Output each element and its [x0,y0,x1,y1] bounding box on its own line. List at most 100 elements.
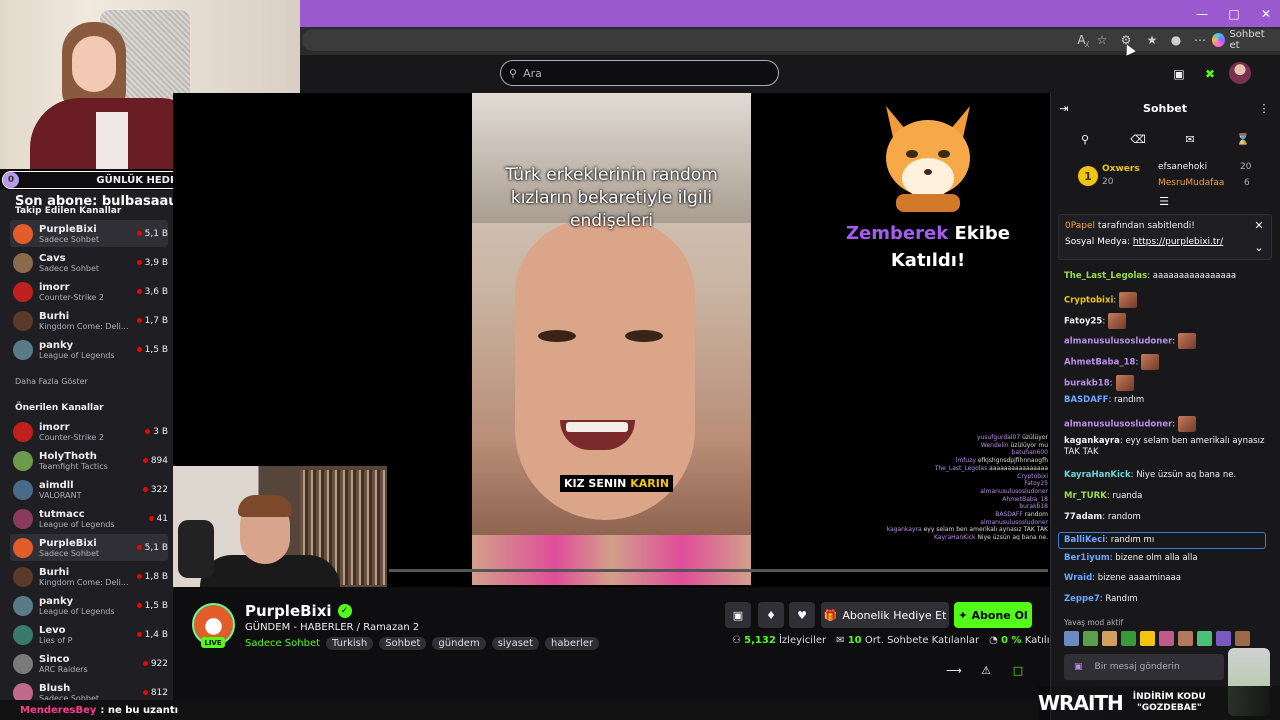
chat-message[interactable]: BalliKeci: randım mı [1058,532,1266,549]
chat-username[interactable]: Cryptobixi [1064,296,1113,306]
sidebar-channel[interactable]: Burhi Kingdom Come: Deli... 1,7 B [10,307,168,334]
chat-message[interactable]: AhmetBaba_18: [1064,354,1274,370]
emote-icon[interactable] [1159,631,1174,646]
sidebar-channel[interactable]: HolyThoth Teamfight Tactics 894 [10,447,168,474]
chat-message[interactable]: almanusulusosludoner: [1064,333,1274,349]
chat-message[interactable]: Wraid: bizene aaaaminaaa [1064,573,1274,584]
filter-icon[interactable]: ☰ [1155,194,1173,208]
sidebar-channel[interactable]: PurpleBixi Sadece Sohbet 5,1 B [10,220,168,247]
close-icon[interactable]: ✕ [1249,0,1280,27]
chat-username[interactable]: almanusulusosludoner [1064,337,1172,347]
tag-chip[interactable]: Turkish [326,637,374,650]
video-icon[interactable]: ▣ [1168,63,1190,85]
leader-3-name[interactable]: MesruMudafaa [1158,178,1224,188]
unpin-icon[interactable]: ✕ [1250,218,1268,232]
chat-settings-icon[interactable]: ⋮ [1255,99,1273,117]
emote-icon[interactable] [1064,631,1079,646]
sidebar-channel[interactable]: Levo Lies of P 1,4 B [10,621,168,648]
chat-message[interactable]: burakb18: [1064,375,1274,391]
message-icon[interactable]: ✉ [1181,130,1199,148]
stream-category[interactable]: Sadece Sohbet [245,638,320,649]
chat-message[interactable]: Mr_TURK: ruanda [1064,491,1274,502]
chat-username[interactable]: burakb18 [1064,379,1110,389]
chat-username[interactable]: Wraid [1064,573,1092,583]
emote-icon[interactable] [1216,631,1231,646]
sidebar-channel[interactable]: PurpleBixi Sadece Sohbet 5,1 B [10,534,168,561]
pin-icon[interactable]: ⚲ [1076,130,1094,148]
chat-username[interactable]: AhmetBaba_18 [1064,358,1135,368]
xbox-icon[interactable]: ✖ [1199,63,1221,85]
seek-bar[interactable] [389,569,1048,572]
sidebar-channel[interactable]: imorr Counter-Strike 23 B [10,418,168,445]
report-icon[interactable]: ⚠ [978,662,994,678]
follow-button[interactable]: ♥ [789,602,815,628]
chat-username[interactable]: Fatoy25 [1064,317,1102,327]
emote-icon[interactable] [1235,631,1250,646]
sidebar-channel[interactable]: Burhi Kingdom Come: Deli... 1,8 B [10,563,168,590]
expand-pinned-icon[interactable]: ⌄ [1250,240,1268,254]
chat-username[interactable]: KayraHanKick [1064,470,1131,480]
chat-message[interactable]: The_Last_Legolas: aaaaaaaaaaaaaaaa [1064,271,1274,282]
chat-message[interactable]: Fatoy25: [1064,313,1274,329]
sidebar-channel[interactable]: imorr Counter-Strike 2 3,6 B [10,278,168,305]
tag-chip[interactable]: Sohbet [379,637,427,650]
chat-message[interactable]: kagankayra: eyy selam ben amerikalı ayna… [1064,436,1274,458]
chat-username[interactable]: kagankayra [1064,436,1120,446]
subscribe-button[interactable]: ✦ Abone Ol [954,602,1032,628]
emote-icon[interactable] [1121,631,1136,646]
sidebar-channel[interactable]: tutmacc League of Legends 41 [10,505,168,532]
sidebar-channel[interactable]: panky League of Legends 1,5 B [10,336,168,363]
chat-username[interactable]: BalliKeci [1064,535,1105,545]
chat-message[interactable]: Zeppe7: Randım [1064,594,1274,605]
chat-username[interactable]: BASDAFF [1064,395,1108,405]
sidebar-channel[interactable]: Cavs Sadece Sohbet 3,9 B [10,249,168,276]
emote-icon[interactable] [1197,631,1212,646]
notification-button[interactable]: ♦ [758,602,784,628]
read-aloud-icon[interactable]: A⁁ [1074,31,1092,49]
emote-icon[interactable] [1178,631,1193,646]
tag-chip[interactable]: haberler [545,637,600,650]
emote-icon[interactable] [1083,631,1098,646]
trash-icon[interactable]: ⌫ [1129,130,1147,148]
emote-icon[interactable] [1102,631,1117,646]
show-more-link[interactable]: Daha Fazla Göster [15,377,88,386]
minimize-icon[interactable]: — [1185,0,1219,27]
favorites-icon[interactable]: ★ [1143,31,1161,49]
gift-chat-icon[interactable]: ▣ [1074,662,1083,672]
more-menu-icon[interactable]: ⋯ [1191,31,1209,49]
leader-2-name[interactable]: efsanehoki [1158,162,1207,172]
avatar[interactable] [1229,62,1251,84]
emote-icon[interactable] [1140,631,1155,646]
sidebar-channel[interactable]: panky League of Legends 1,5 B [10,592,168,619]
pinned-by-user[interactable]: 0Papel [1065,221,1095,231]
chat-message[interactable]: Ber1iyum: bizene olm alla alla [1064,553,1274,564]
chat-message[interactable]: Cryptobixi: [1064,292,1274,308]
sidebar-channel[interactable]: aimdll VALORANT 322 [10,476,168,503]
chat-username[interactable]: Zeppe7 [1064,594,1100,604]
theatre-mode-icon[interactable]: □ [1010,662,1026,678]
leader-1-name[interactable]: Oxwers [1102,164,1140,174]
chat-message[interactable]: 77adam: random [1064,512,1274,523]
copilot-button[interactable]: Sohbet et [1212,29,1276,51]
maximize-icon[interactable]: □ [1217,0,1251,27]
streamer-name[interactable]: PurpleBixi ✓ [245,602,352,620]
share-icon[interactable]: ⟶ [946,662,962,678]
gift-subscription-button[interactable]: 🎁 Abonelik Hediye Et [821,602,949,628]
tag-chip[interactable]: siyaset [491,637,540,650]
chat-message[interactable]: almanusulusosludoner: [1064,416,1274,432]
search-input[interactable]: ⚲ Ara [500,60,779,86]
chat-message[interactable]: BASDAFF: randım [1064,395,1274,406]
chat-input[interactable]: ▣ Bir mesaj gönderin [1064,654,1224,680]
clip-button[interactable]: ▣ [725,602,751,628]
tag-chip[interactable]: gündem [432,637,486,650]
chat-username[interactable]: Ber1iyum [1064,553,1110,563]
chat-username[interactable]: 77adam [1064,512,1102,522]
hourglass-icon[interactable]: ⌛ [1234,130,1252,148]
sidebar-channel[interactable]: Sinco ARC Raiders 922 [10,650,168,677]
favorite-star-icon[interactable]: ☆ [1093,31,1111,49]
chat-username[interactable]: Mr_TURK [1064,491,1107,501]
chat-username[interactable]: The_Last_Legolas [1064,271,1147,281]
chat-username[interactable]: almanusulusosludoner [1064,420,1172,430]
profile-icon[interactable]: ● [1167,31,1185,49]
pinned-link[interactable]: https://purplebixi.tr/ [1133,237,1223,247]
